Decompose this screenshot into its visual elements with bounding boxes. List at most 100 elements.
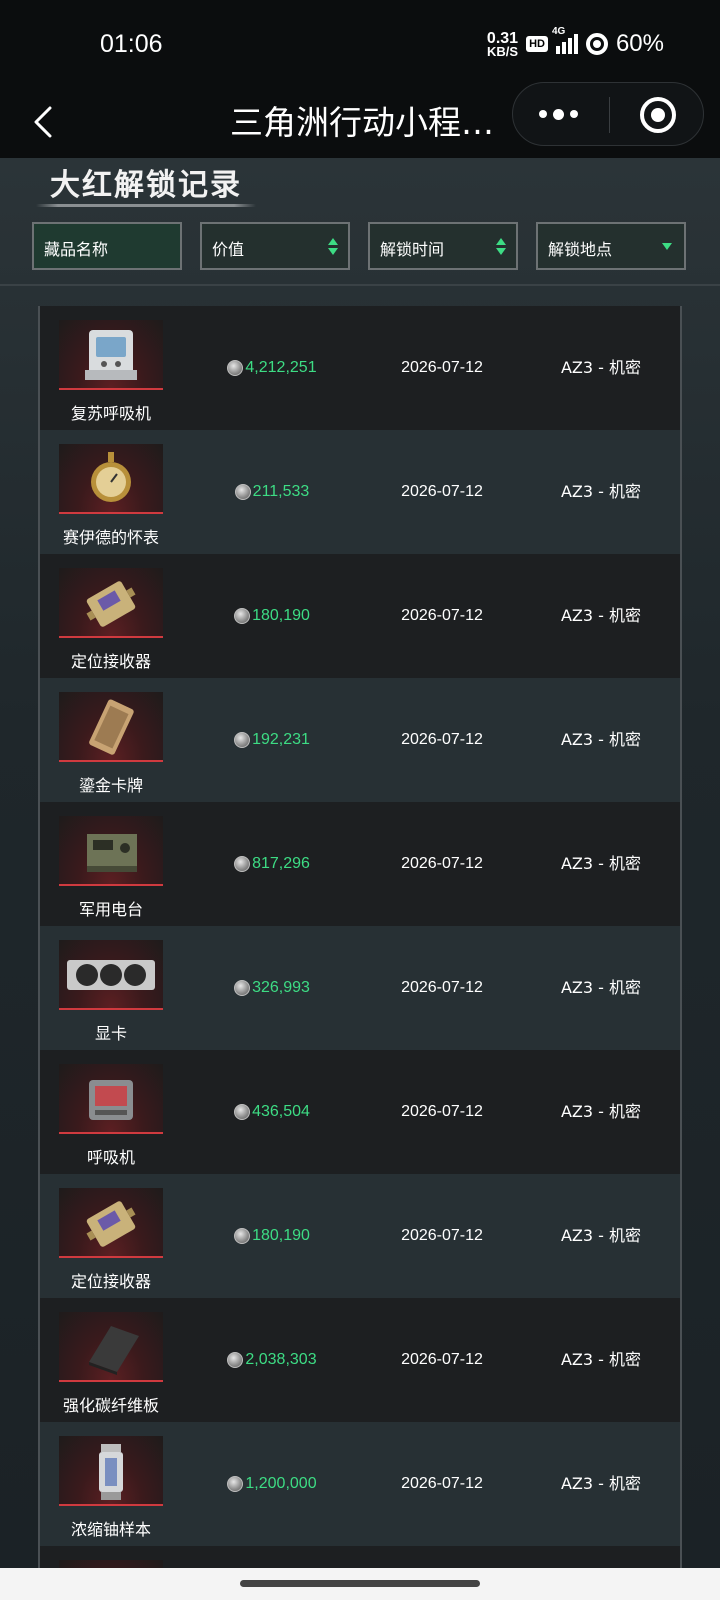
battery-saver-icon — [585, 33, 608, 55]
item-value: 326,993 — [182, 926, 362, 1050]
list-item[interactable]: 显卡 326,993 2026-07-12 AZ3 - 机密 — [40, 926, 680, 1050]
item-thumbnail — [59, 940, 163, 1010]
filter-value-label: 价值 — [212, 240, 245, 259]
dropdown-arrow-icon — [662, 243, 672, 250]
item-name: 复苏呼吸机 — [70, 404, 151, 423]
list-item[interactable]: 强化碳纤维板 2,038,303 2026-07-12 AZ3 - 机密 — [40, 1298, 680, 1422]
unlock-date: 2026-07-12 — [401, 359, 483, 376]
unlock-date: 2026-07-12 — [401, 1227, 483, 1244]
item-value-amount: 326,993 — [252, 979, 310, 996]
filter-separator — [0, 284, 720, 286]
filter-unlock-time-sort[interactable]: 解锁时间 — [368, 222, 518, 270]
item-name: 强化碳纤维板 — [62, 1396, 159, 1415]
gps-receiver-icon — [86, 581, 136, 627]
status-icons: 0.31 KB/S HD 4G 60% — [486, 26, 664, 59]
item-value-amount: 2,038,303 — [245, 1351, 317, 1368]
item-thumbnail — [59, 568, 163, 638]
item-name: 显卡 — [94, 1024, 127, 1043]
list-item[interactable]: 定位接收器 180,190 2026-07-12 AZ3 - 机密 — [40, 1174, 680, 1298]
item-value-amount: 180,190 — [252, 607, 310, 624]
list-item[interactable]: 军用电台 817,296 2026-07-12 AZ3 - 机密 — [40, 802, 680, 926]
coin-icon — [234, 732, 251, 748]
unlock-date: 2026-07-12 — [401, 979, 483, 996]
coin-icon — [234, 980, 251, 996]
item-value: 192,231 — [182, 678, 362, 802]
item-name: 定位接收器 — [70, 652, 151, 671]
item-thumbnail — [59, 1560, 163, 1568]
capsule-divider — [609, 97, 610, 133]
filter-item-name-label: 藏品名称 — [44, 240, 109, 259]
filter-value-sort[interactable]: 价值 — [200, 222, 350, 270]
item-thumbnail — [59, 1188, 163, 1258]
back-button[interactable] — [24, 100, 68, 144]
unlock-location: AZ3 - 机密 — [560, 1226, 642, 1245]
unlock-date: 2026-07-12 — [401, 607, 483, 624]
filter-unlock-location-dropdown[interactable]: 解锁地点 — [536, 222, 686, 270]
list-item[interactable]: 呼吸机 436,504 2026-07-12 AZ3 - 机密 — [40, 1050, 680, 1174]
list-item-partial[interactable] — [40, 1546, 680, 1568]
sort-icon — [496, 238, 506, 256]
list-item[interactable]: 浓缩铀样本 1,200,000 2026-07-12 AZ3 - 机密 — [40, 1422, 680, 1546]
filter-item-name[interactable]: 藏品名称 — [32, 222, 182, 270]
coin-icon — [227, 1352, 244, 1368]
unlock-location: AZ3 - 机密 — [560, 854, 642, 873]
item-name: 定位接收器 — [70, 1272, 151, 1291]
status-bar: 01:06 0.31 KB/S HD 4G 60% — [0, 0, 720, 88]
graphics-card-icon — [67, 960, 155, 990]
unlock-location: AZ3 - 机密 — [560, 1350, 642, 1369]
item-value: 180,190 — [182, 1174, 362, 1298]
carbon-plate-icon — [89, 1326, 139, 1375]
network-speed-unit: KB/S — [486, 43, 519, 59]
miniprogram-capsule — [512, 82, 704, 146]
hd-icon: HD — [526, 36, 548, 52]
unlock-date: 2026-07-12 — [401, 731, 483, 748]
item-thumbnail — [59, 444, 163, 514]
item-name: 赛伊德的怀表 — [62, 528, 159, 547]
item-thumbnail — [59, 1436, 163, 1506]
list-item[interactable]: 复苏呼吸机 4,212,251 2026-07-12 AZ3 - 机密 — [40, 306, 680, 430]
unlock-location: AZ3 - 机密 — [560, 978, 642, 997]
item-value: 2,038,303 — [182, 1298, 362, 1422]
more-options-icon[interactable] — [539, 101, 578, 127]
coin-icon — [234, 484, 251, 500]
coin-icon — [227, 1476, 244, 1492]
unlock-location: AZ3 - 机密 — [560, 482, 642, 501]
item-value: 211,533 — [182, 430, 362, 554]
signal-icon: 4G — [552, 26, 578, 54]
item-thumbnail — [59, 692, 163, 762]
item-thumbnail — [59, 320, 163, 390]
page-title: 三角洲行动小程… — [230, 103, 494, 142]
item-name: 军用电台 — [78, 900, 143, 919]
item-thumbnail — [59, 1312, 163, 1382]
item-value: 4,212,251 — [182, 306, 362, 430]
list-item[interactable]: 定位接收器 180,190 2026-07-12 AZ3 - 机密 — [40, 554, 680, 678]
item-value: 817,296 — [182, 802, 362, 926]
gilded-card-icon — [89, 699, 134, 755]
home-indicator[interactable] — [240, 1580, 480, 1587]
unlock-date: 2026-07-12 — [401, 483, 483, 500]
unlock-location: AZ3 - 机密 — [560, 606, 642, 625]
unlock-location: AZ3 - 机密 — [560, 730, 642, 749]
system-nav-bar — [0, 1568, 720, 1600]
list-item[interactable]: 赛伊德的怀表 211,533 2026-07-12 AZ3 - 机密 — [40, 430, 680, 554]
unlock-location: AZ3 - 机密 — [560, 1474, 642, 1493]
network-speed: 0.31 KB/S — [486, 30, 519, 59]
item-value: 180,190 — [182, 554, 362, 678]
close-miniprogram-icon[interactable] — [640, 97, 676, 133]
chevron-left-icon — [34, 106, 52, 138]
filter-unlock-location-label: 解锁地点 — [548, 240, 613, 259]
coin-icon — [234, 1228, 251, 1244]
section-title-underline — [36, 204, 256, 207]
gps-receiver-icon — [86, 1201, 136, 1247]
battery-level: 60% — [615, 30, 664, 57]
list-item[interactable]: 鎏金卡牌 192,231 2026-07-12 AZ3 - 机密 — [40, 678, 680, 802]
unlock-record-list[interactable]: 复苏呼吸机 4,212,251 2026-07-12 AZ3 - 机密 赛伊德的… — [38, 306, 682, 1568]
item-value-amount: 192,231 — [252, 731, 310, 748]
item-value-amount: 436,504 — [252, 1103, 310, 1120]
sort-icon — [328, 238, 338, 256]
item-thumbnail — [59, 1064, 163, 1134]
item-value-amount: 211,533 — [252, 483, 310, 500]
resuscitator-icon — [85, 330, 137, 380]
unlock-date: 2026-07-12 — [401, 1351, 483, 1368]
item-value-amount: 817,296 — [252, 855, 310, 872]
